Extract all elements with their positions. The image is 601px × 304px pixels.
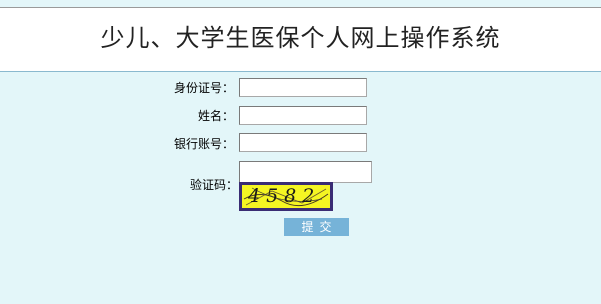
header-banner: 少儿、大学生医保个人网上操作系统 <box>0 8 601 72</box>
id-number-label: 身份证号： <box>173 81 234 95</box>
name-input[interactable] <box>239 106 367 125</box>
captcha-text: 4582 <box>248 185 321 207</box>
id-number-input[interactable] <box>239 78 367 97</box>
bank-account-label: 银行账号： <box>173 137 234 151</box>
page-title: 少儿、大学生医保个人网上操作系统 <box>100 24 501 52</box>
captcha-label: 验证码： <box>189 178 238 192</box>
captcha-input[interactable] <box>239 161 372 183</box>
bank-account-input[interactable] <box>239 133 367 152</box>
submit-button[interactable]: 提交 <box>284 218 349 236</box>
captcha-image[interactable]: 4582 <box>239 182 333 211</box>
name-label: 姓名： <box>197 109 234 123</box>
